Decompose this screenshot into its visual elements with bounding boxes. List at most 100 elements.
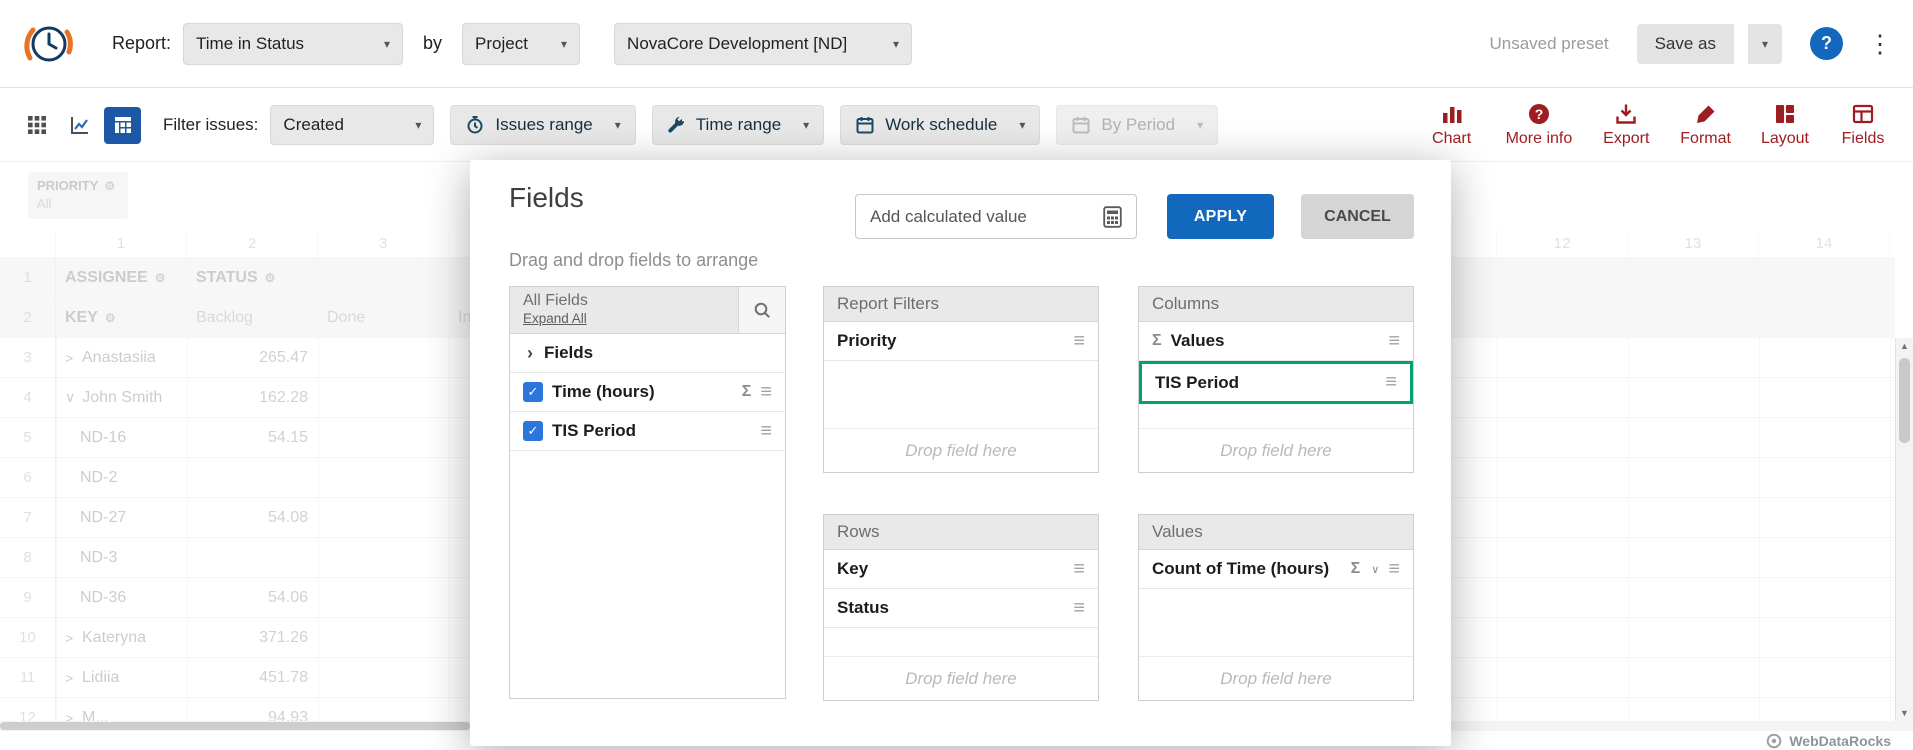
filter-issues-label: Filter issues: <box>163 115 258 135</box>
chevron-down-icon: ▾ <box>561 37 567 51</box>
filter-issues-select[interactable]: Created ▾ <box>270 105 434 145</box>
report-type-value: Time in Status <box>196 34 372 54</box>
vertical-scrollbar-thumb[interactable] <box>1899 358 1910 443</box>
sigma-icon: Σ <box>1152 332 1162 350</box>
toolbar-actions: Chart ? More info Export F <box>1428 102 1887 148</box>
time-range-label: Time range <box>696 115 781 135</box>
aggregation-chevron-icon[interactable]: ∨ <box>1371 563 1379 576</box>
drag-handle-icon[interactable]: ≡ <box>1073 558 1085 581</box>
drag-handle-icon[interactable]: ≡ <box>1073 597 1085 620</box>
question-glyph: ? <box>1821 33 1832 54</box>
app-logo-icon <box>20 20 74 68</box>
chevron-down-icon: ▾ <box>803 118 809 132</box>
scroll-up-arrow[interactable]: ▲ <box>1896 338 1913 354</box>
fields-action-button[interactable]: Fields <box>1839 102 1887 148</box>
more-info-action-button[interactable]: ? More info <box>1506 102 1573 148</box>
drag-handle-icon[interactable]: ≡ <box>1388 330 1400 353</box>
report-filters-panel: Report Filters Priority ≡ Drop field her… <box>823 286 1099 473</box>
filter-field-priority[interactable]: Priority ≡ <box>824 322 1098 361</box>
drop-zone[interactable]: Drop field here <box>824 656 1098 700</box>
help-button[interactable]: ? <box>1810 27 1843 60</box>
action-label: Fields <box>1842 130 1885 148</box>
row-field-status[interactable]: Status ≡ <box>824 589 1098 628</box>
fields-dialog: Fields Drag and drop fields to arrange A… <box>470 160 1451 746</box>
report-type-select[interactable]: Time in Status ▾ <box>183 23 403 65</box>
filter-issues-value: Created <box>283 115 403 135</box>
calculator-icon <box>1103 206 1122 228</box>
field-tis-period[interactable]: ✓ TIS Period ≡ <box>510 412 785 451</box>
all-fields-panel: All Fields Expand All › Fields ✓ Time (h… <box>509 286 786 699</box>
by-period-icon <box>1071 115 1091 135</box>
action-label: Export <box>1603 130 1649 148</box>
chart-action-button[interactable]: Chart <box>1428 102 1476 148</box>
field-label: TIS Period <box>1155 373 1376 393</box>
add-calculated-value-label: Add calculated value <box>870 207 1027 227</box>
drop-zone[interactable]: Drop field here <box>1139 428 1413 472</box>
aggregation-sigma-icon[interactable]: Σ <box>1351 560 1361 578</box>
drop-zone[interactable]: Drop field here <box>824 428 1098 472</box>
checkbox-checked[interactable]: ✓ <box>523 421 543 441</box>
horizontal-scrollbar-thumb[interactable] <box>0 722 470 730</box>
chevron-down-icon: ▾ <box>384 37 390 51</box>
apply-button[interactable]: APPLY <box>1167 194 1274 239</box>
search-button[interactable] <box>738 287 785 333</box>
export-action-button[interactable]: Export <box>1602 102 1650 148</box>
format-action-button[interactable]: Format <box>1680 102 1731 148</box>
action-label: Chart <box>1432 130 1471 148</box>
field-label: TIS Period <box>552 421 751 441</box>
chart-view-button[interactable] <box>61 107 98 144</box>
drop-zone[interactable]: Drop field here <box>1139 656 1413 700</box>
save-as-button[interactable]: Save as <box>1637 24 1734 64</box>
vertical-scrollbar[interactable]: ▲ ▼ <box>1895 338 1913 721</box>
sigma-icon: Σ <box>742 383 752 401</box>
drag-handle-icon[interactable]: ≡ <box>760 420 772 443</box>
drag-handle-icon[interactable]: ≡ <box>760 381 772 404</box>
column-field-values[interactable]: Σ Values ≡ <box>1139 322 1413 361</box>
pivot-view-button[interactable] <box>104 107 141 144</box>
field-label: Count of Time (hours) <box>1152 559 1342 579</box>
issues-range-button[interactable]: Issues range ▾ <box>450 105 635 145</box>
action-label: Layout <box>1761 130 1809 148</box>
chevron-down-icon: ▾ <box>1762 37 1768 51</box>
cancel-button[interactable]: CANCEL <box>1301 194 1414 239</box>
field-label: Time (hours) <box>552 382 733 402</box>
pencil-icon <box>1694 102 1718 126</box>
drag-handle-icon[interactable]: ≡ <box>1388 558 1400 581</box>
field-label: Key <box>837 559 1064 579</box>
kebab-icon: ⋮ <box>1868 30 1893 58</box>
grid-view-button[interactable] <box>18 107 55 144</box>
field-time-hours[interactable]: ✓ Time (hours) Σ ≡ <box>510 373 785 412</box>
dialog-title: Fields <box>509 182 584 214</box>
field-label: Status <box>837 598 1064 618</box>
more-menu-button[interactable]: ⋮ <box>1867 29 1893 59</box>
layout-action-button[interactable]: Layout <box>1761 102 1809 148</box>
toolbar: Filter issues: Created ▾ Issues range ▾ … <box>0 89 1913 162</box>
scroll-down-arrow[interactable]: ▼ <box>1896 705 1913 721</box>
column-field-tis-period-highlighted[interactable]: TIS Period ≡ <box>1139 361 1413 404</box>
issues-range-icon <box>465 115 485 135</box>
fields-tree-root[interactable]: › Fields <box>510 334 785 373</box>
bar-chart-icon <box>1440 102 1464 126</box>
add-calculated-value-button[interactable]: Add calculated value <box>855 194 1137 239</box>
row-field-key[interactable]: Key ≡ <box>824 550 1098 589</box>
drag-handle-icon[interactable]: ≡ <box>1073 330 1085 353</box>
group-by-select[interactable]: Project ▾ <box>462 23 580 65</box>
fields-icon <box>1851 102 1875 126</box>
chevron-right-icon[interactable]: › <box>527 343 533 364</box>
panel-title: Rows <box>824 515 1098 550</box>
work-schedule-button[interactable]: Work schedule ▾ <box>840 105 1040 145</box>
project-select[interactable]: NovaCore Development [ND] ▾ <box>614 23 912 65</box>
save-as-dropdown-button[interactable]: ▾ <box>1748 24 1782 64</box>
chevron-down-icon: ▾ <box>415 118 421 132</box>
work-schedule-label: Work schedule <box>885 115 997 135</box>
webdatarocks-brand[interactable]: WebDataRocks <box>1789 733 1891 749</box>
time-range-button[interactable]: Time range ▾ <box>652 105 824 145</box>
issues-range-label: Issues range <box>495 115 592 135</box>
expand-all-link[interactable]: Expand All <box>523 311 587 326</box>
checkbox-checked[interactable]: ✓ <box>523 382 543 402</box>
field-label: Priority <box>837 331 1064 351</box>
action-label: Format <box>1680 130 1731 148</box>
value-field-count-of-time[interactable]: Count of Time (hours) Σ ∨ ≡ <box>1139 550 1413 589</box>
drag-handle-icon[interactable]: ≡ <box>1385 371 1397 394</box>
action-label: More info <box>1506 130 1573 148</box>
